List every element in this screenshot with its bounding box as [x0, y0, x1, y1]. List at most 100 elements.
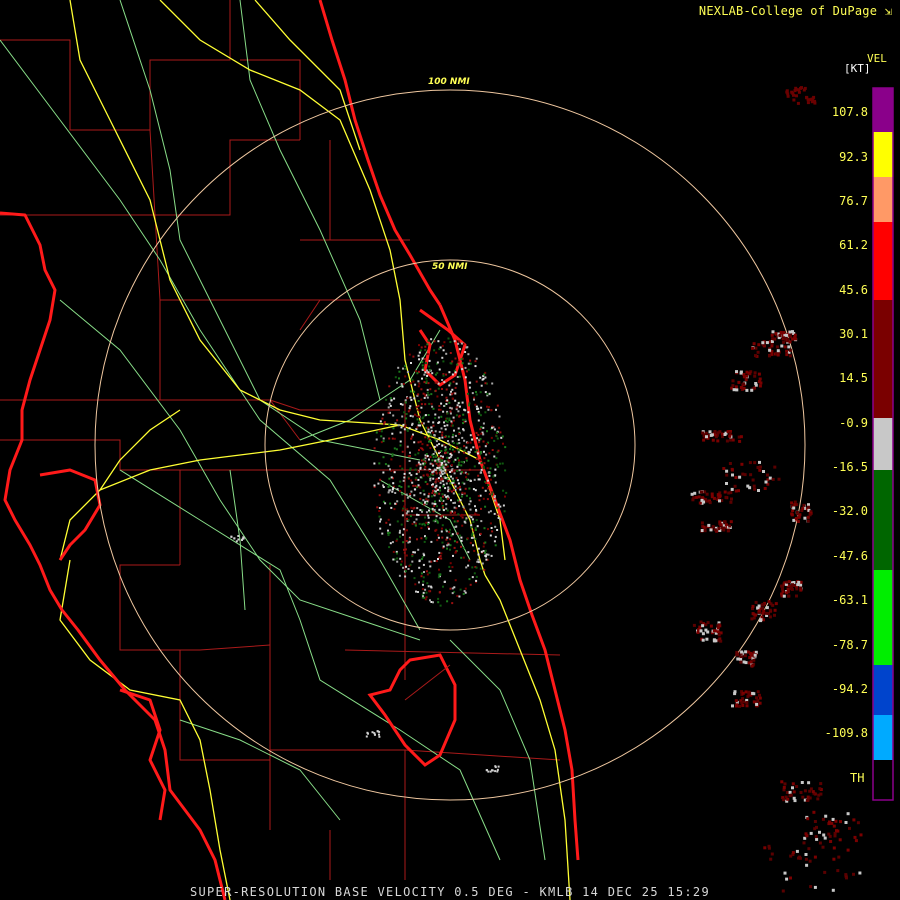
echo-pixel: [479, 428, 482, 431]
echo-pixel: [437, 455, 440, 458]
echo-pixel: [449, 352, 452, 354]
echo-pixel: [456, 363, 459, 366]
echo-pixel: [763, 487, 767, 490]
echo-pixel: [373, 732, 376, 735]
echo-pixel: [437, 576, 440, 579]
echo-pixel: [428, 432, 431, 435]
echo-pixel: [405, 413, 408, 415]
echo-pixel: [423, 397, 426, 399]
echo-pixel: [739, 435, 743, 439]
echo-pixel: [852, 818, 856, 822]
echo-pixel: [485, 482, 488, 484]
echo-pixel: [417, 591, 419, 593]
echo-pixel: [468, 404, 470, 407]
echo-pixel: [425, 377, 428, 380]
echo-pixel: [449, 393, 452, 396]
echo-pixel: [463, 451, 466, 454]
echo-pixel: [463, 439, 466, 442]
echo-pixel: [454, 392, 457, 395]
echo-pixel: [775, 345, 779, 349]
range-label-100nmi: 100 NMI: [428, 77, 470, 87]
echo-pixel: [733, 692, 737, 696]
echo-pixel: [793, 333, 797, 337]
echo-pixel: [475, 508, 477, 511]
echo-pixel: [742, 660, 746, 664]
echo-pixel: [445, 530, 448, 533]
echo-pixel: [472, 488, 475, 491]
echo-pixel: [771, 477, 775, 481]
echo-pixel: [789, 793, 793, 797]
echo-pixel: [380, 435, 383, 438]
echo-pixel: [418, 449, 420, 452]
echo-pixel: [783, 871, 787, 875]
echo-pixel: [404, 399, 407, 402]
echo-pixel: [420, 537, 423, 540]
echo-pixel: [373, 462, 376, 465]
echo-pixel: [427, 428, 430, 431]
echo-pixel: [449, 562, 452, 565]
echo-pixel: [773, 613, 776, 617]
echo-pixel: [856, 821, 860, 825]
echo-pixel: [761, 606, 764, 610]
echo-pixel: [495, 435, 498, 438]
echo-pixel: [845, 876, 848, 880]
echo-pixel: [379, 520, 381, 523]
echo-pixel: [801, 507, 805, 511]
echo-pixel: [454, 371, 457, 374]
echo-pixel: [388, 546, 391, 549]
echo-pixel: [440, 530, 443, 533]
echo-pixel: [800, 86, 803, 90]
echo-pixel: [412, 484, 415, 487]
echo-pixel: [458, 493, 461, 496]
echo-pixel: [707, 523, 711, 527]
echo-pixel: [400, 383, 403, 385]
echo-pixel: [785, 333, 789, 337]
echo-pixel: [453, 540, 456, 543]
echo-pixel: [402, 566, 405, 569]
echo-pixel: [414, 551, 416, 554]
echo-pixel: [437, 408, 440, 411]
echo-pixel: [456, 594, 459, 597]
echo-pixel: [404, 570, 407, 573]
echo-pixel: [452, 442, 455, 444]
echo-pixel: [709, 528, 713, 532]
echo-pixel: [796, 520, 800, 523]
echo-pixel: [744, 690, 748, 694]
echo-pixel: [728, 524, 732, 528]
echo-pixel: [403, 428, 406, 431]
echo-pixel: [484, 391, 487, 394]
echo-pixel: [420, 388, 423, 391]
echo-pixel: [486, 769, 488, 772]
radar-echoes: [230, 86, 863, 893]
echo-pixel: [446, 412, 449, 415]
echo-pixel: [490, 554, 493, 557]
echo-pixel: [729, 500, 733, 504]
echo-pixel: [404, 367, 407, 370]
echo-pixel: [450, 420, 453, 423]
echo-pixel: [399, 480, 402, 483]
echo-pixel: [701, 638, 705, 642]
echo-pixel: [430, 429, 433, 432]
echo-pixel: [410, 506, 413, 509]
echo-pixel: [464, 487, 467, 490]
echo-pixel: [406, 529, 408, 532]
echo-pixel: [475, 391, 477, 393]
echo-pixel: [743, 473, 747, 477]
echo-pixel: [434, 490, 437, 493]
echo-pixel: [467, 353, 470, 356]
echo-pixel: [487, 471, 490, 474]
echo-pixel: [438, 405, 441, 407]
echo-pixel: [792, 506, 796, 510]
echo-pixel: [459, 488, 462, 491]
echo-pixel: [497, 765, 500, 768]
echo-pixel: [453, 512, 456, 514]
echo-pixel: [829, 840, 833, 843]
echo-pixel: [477, 419, 480, 422]
product-footer: SUPER-RESOLUTION BASE VELOCITY 0.5 DEG -…: [189, 885, 710, 899]
echo-pixel: [757, 380, 761, 384]
echo-pixel: [428, 368, 431, 371]
echo-pixel: [427, 514, 430, 517]
echo-pixel: [421, 417, 424, 420]
echo-pixel: [458, 414, 461, 417]
echo-pixel: [485, 453, 488, 456]
